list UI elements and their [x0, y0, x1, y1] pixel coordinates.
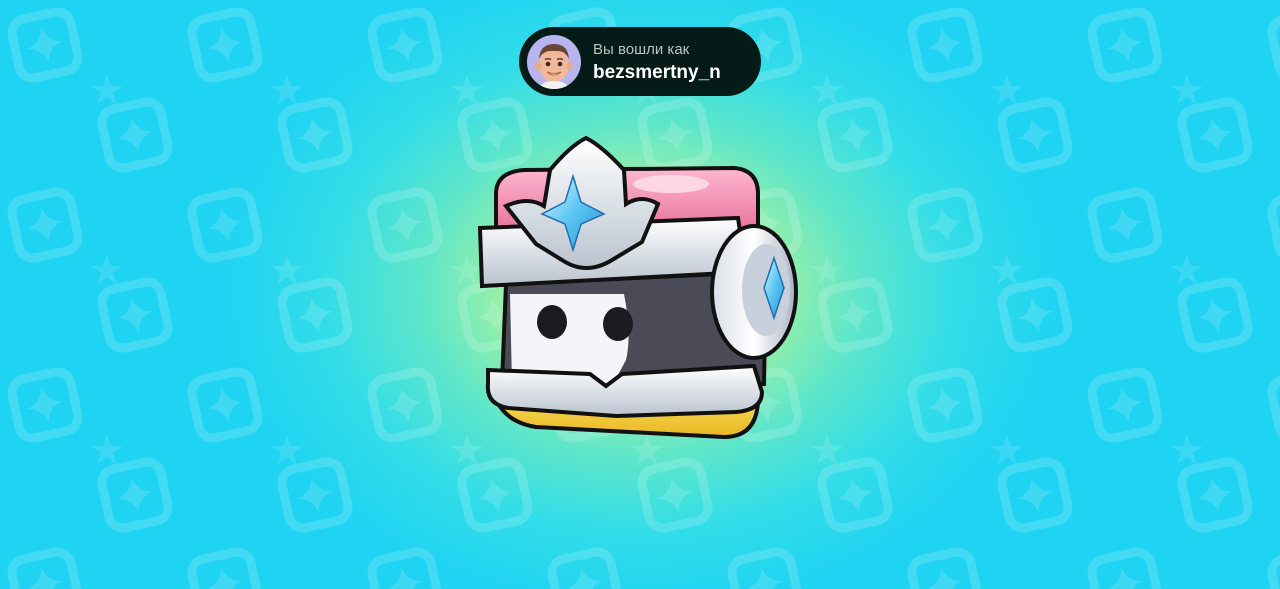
game-screen: Вы вошли как bezsmertny_n [0, 0, 1280, 589]
starr-drop-chest-icon[interactable] [466, 134, 806, 444]
login-info: Вы вошли как bezsmertny_n [593, 42, 721, 82]
username: bezsmertny_n [593, 61, 721, 83]
memoji-avatar-icon [527, 34, 581, 89]
login-caption: Вы вошли как [593, 40, 690, 58]
logged-in-badge[interactable]: Вы вошли как bezsmertny_n [519, 27, 761, 96]
